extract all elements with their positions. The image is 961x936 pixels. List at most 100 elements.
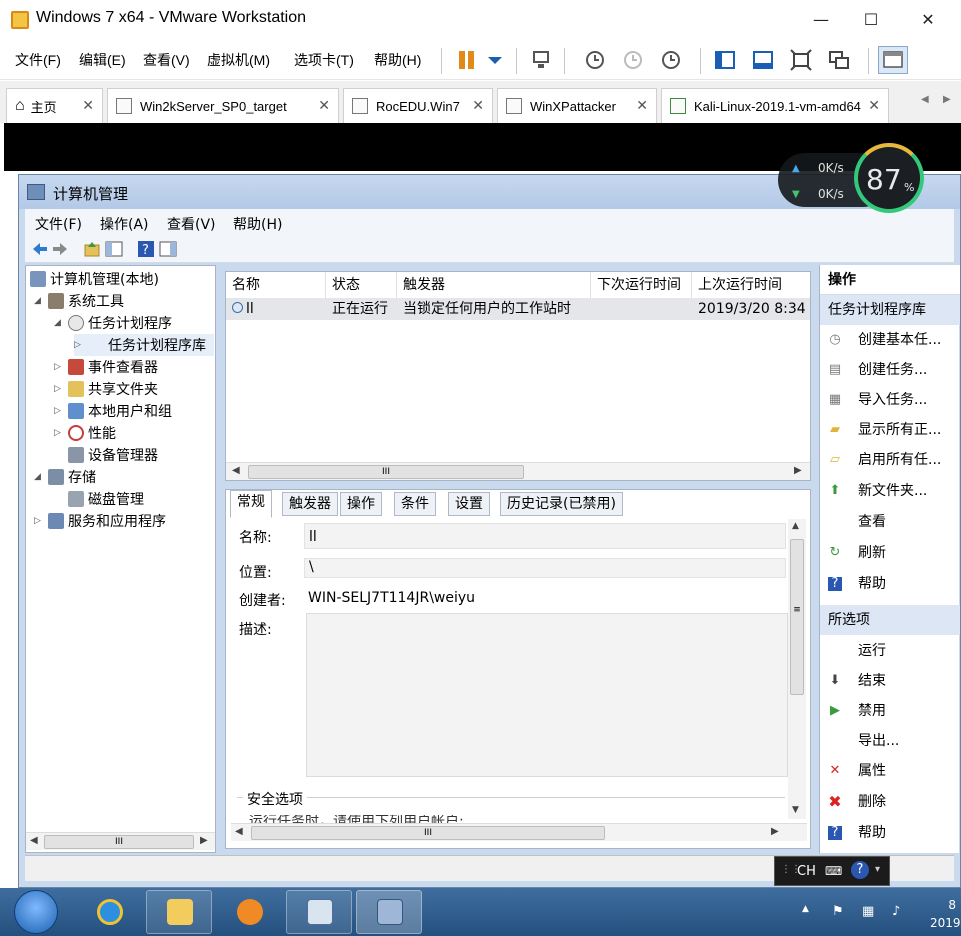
tab-general[interactable]: 常规 xyxy=(230,490,272,518)
close-icon[interactable]: ✕ xyxy=(868,97,880,114)
close-icon[interactable]: ✕ xyxy=(82,97,94,114)
send-ctrl-alt-del-icon[interactable] xyxy=(530,49,552,71)
start-button[interactable] xyxy=(14,890,58,934)
scroll-down-icon[interactable]: ▼ xyxy=(792,805,799,815)
tree-item-device-manager[interactable]: 设备管理器 xyxy=(68,444,158,466)
tree-item-performance[interactable]: ▷ 性能 xyxy=(54,422,116,444)
action-export[interactable]: 导出... xyxy=(820,728,960,754)
cm-menu-file[interactable]: 文件(F) xyxy=(35,214,82,234)
volume-icon[interactable]: ♪ xyxy=(892,904,900,919)
tree-item-task-scheduler-library[interactable]: ▷ 任务计划程序库 xyxy=(74,334,214,356)
tree-item-event-viewer[interactable]: ▷ 事件查看器 xyxy=(54,356,158,378)
tree-item-shared-folders[interactable]: ▷ 共享文件夹 xyxy=(54,378,158,400)
options-icon[interactable]: ▾ xyxy=(875,864,880,875)
tab-conditions[interactable]: 条件 xyxy=(394,492,436,516)
media-player-taskbar-button[interactable] xyxy=(216,890,282,934)
thumbnail-bar-icon[interactable] xyxy=(752,49,774,71)
scroll-left-icon[interactable]: ◀ xyxy=(30,835,38,846)
description-field[interactable] xyxy=(306,613,788,777)
tab-kali-linux[interactable]: Kali-Linux-2019.1-vm-amd64 ✕ xyxy=(661,88,889,123)
tree-item-system-tools[interactable]: ◢ 系统工具 xyxy=(34,290,124,312)
menu-vm[interactable]: 虚拟机(M) xyxy=(207,50,270,70)
show-hide-tree-icon[interactable] xyxy=(105,240,123,258)
fullscreen-icon[interactable] xyxy=(790,49,812,71)
tasklist-hscrollbar[interactable]: ◀ III ▶ xyxy=(226,462,810,480)
column-next-run[interactable]: 下次运行时间 xyxy=(591,272,692,298)
tab-winxpattacker[interactable]: WinXPattacker ✕ xyxy=(497,88,657,123)
computer-management-taskbar-button[interactable] xyxy=(286,890,352,934)
tree-item-task-scheduler[interactable]: ◢ 任务计划程序 xyxy=(54,312,172,334)
explorer-taskbar-button[interactable] xyxy=(146,890,212,934)
chevron-down-icon[interactable] xyxy=(484,49,506,71)
collapse-arrow-icon[interactable]: ◢ xyxy=(34,472,48,482)
tree-hscrollbar[interactable]: ◀ III ▶ xyxy=(26,832,215,850)
menu-tabs[interactable]: 选项卡(T) xyxy=(294,50,354,70)
snapshot-icon[interactable] xyxy=(584,49,606,71)
help-icon[interactable]: ? xyxy=(137,240,155,258)
tree-item-services-applications[interactable]: ▷ 服务和应用程序 xyxy=(34,510,166,532)
scroll-thumb[interactable]: III xyxy=(251,826,605,840)
expand-arrow-icon[interactable]: ▷ xyxy=(74,340,88,350)
network-monitor-widget[interactable]: ▲ 0K/s ▼ 0K/s 87 % xyxy=(778,143,928,217)
tab-rocedu-win7[interactable]: RocEDU.Win7 ✕ xyxy=(343,88,493,123)
action-import-task[interactable]: ▦ 导入任务... xyxy=(820,387,960,413)
close-icon[interactable]: ✕ xyxy=(636,97,648,114)
scroll-left-icon[interactable]: ◀ xyxy=(232,465,240,476)
tab-history[interactable]: 历史记录(已禁用) xyxy=(500,492,623,516)
menu-help[interactable]: 帮助(H) xyxy=(374,50,421,70)
column-name[interactable]: 名称 xyxy=(226,272,326,298)
ime-language[interactable]: CH xyxy=(797,864,816,879)
action-enable-history[interactable]: ▱ 启用所有任... xyxy=(820,447,960,473)
actions-section-selected[interactable]: 所选项 xyxy=(820,605,960,635)
details-hscrollbar[interactable]: ◀ III ▶ xyxy=(231,823,807,841)
expand-arrow-icon[interactable]: ▷ xyxy=(54,406,68,416)
console-view-icon[interactable] xyxy=(878,46,908,74)
tab-actions[interactable]: 操作 xyxy=(340,492,382,516)
back-icon[interactable] xyxy=(31,240,49,258)
tab-settings[interactable]: 设置 xyxy=(448,492,490,516)
tree-item-local-users-groups[interactable]: ▷ 本地用户和组 xyxy=(54,400,172,422)
cm-menu-view[interactable]: 查看(V) xyxy=(167,214,216,234)
action-display-running[interactable]: ▰ 显示所有正... xyxy=(820,417,960,443)
collapse-arrow-icon[interactable]: ◢ xyxy=(34,296,48,306)
action-run[interactable]: 运行 xyxy=(820,638,960,664)
column-trigger[interactable]: 触发器 xyxy=(397,272,591,298)
tree-item-computer-management[interactable]: 计算机管理(本地) xyxy=(30,268,159,290)
cm-menu-action[interactable]: 操作(A) xyxy=(100,214,149,234)
action-help-selected[interactable]: ? 帮助 xyxy=(820,820,960,846)
expand-arrow-icon[interactable]: ▷ xyxy=(54,362,68,372)
scroll-left-icon[interactable]: ◀ xyxy=(235,826,243,837)
keyboard-icon[interactable]: ⌨ xyxy=(825,864,842,878)
close-button[interactable]: ✕ xyxy=(903,0,953,38)
name-field[interactable]: ll xyxy=(304,523,786,549)
action-end[interactable]: ⬇ 结束 xyxy=(820,668,960,694)
close-icon[interactable]: ✕ xyxy=(318,97,330,114)
unity-icon[interactable] xyxy=(828,49,850,71)
details-vscrollbar[interactable]: ▲ ≡ ▼ xyxy=(788,519,806,819)
tray-clock[interactable]: 8 2019 xyxy=(930,896,961,932)
action-disable[interactable]: ▶ 禁用 xyxy=(820,698,960,724)
tab-scroll-left-icon[interactable]: ◀ xyxy=(921,94,929,105)
column-last-run[interactable]: 上次运行时间 xyxy=(692,272,810,298)
scroll-thumb[interactable]: ≡ xyxy=(790,539,804,695)
actions-section-library[interactable]: 任务计划程序库 xyxy=(820,295,960,325)
forward-icon[interactable] xyxy=(51,240,69,258)
expand-arrow-icon[interactable]: ▷ xyxy=(54,384,68,394)
collapse-arrow-icon[interactable]: ◢ xyxy=(54,318,68,328)
menu-view[interactable]: 查看(V) xyxy=(143,50,190,70)
scroll-up-icon[interactable]: ▲ xyxy=(792,521,799,531)
expand-arrow-icon[interactable]: ▷ xyxy=(54,428,68,438)
scroll-thumb[interactable]: III xyxy=(248,465,524,479)
tree-item-disk-management[interactable]: 磁盘管理 xyxy=(68,488,144,510)
expand-arrow-icon[interactable]: ▷ xyxy=(34,516,48,526)
task-scheduler-taskbar-button[interactable] xyxy=(356,890,422,934)
tab-win2kserver[interactable]: Win2kServer_SP0_target ✕ xyxy=(107,88,339,123)
scroll-thumb[interactable]: III xyxy=(44,835,194,849)
ime-language-bar[interactable]: ⋮⋮ CH ⌨ ? ▾ xyxy=(774,856,890,886)
action-center-flag-icon[interactable]: ⚑ xyxy=(832,904,844,919)
scroll-right-icon[interactable]: ▶ xyxy=(794,465,802,476)
revert-snapshot-icon[interactable] xyxy=(622,49,644,71)
maximize-button[interactable]: ☐ xyxy=(846,0,896,38)
close-icon[interactable]: ✕ xyxy=(472,97,484,114)
tab-scroll-right-icon[interactable]: ▶ xyxy=(943,94,951,105)
